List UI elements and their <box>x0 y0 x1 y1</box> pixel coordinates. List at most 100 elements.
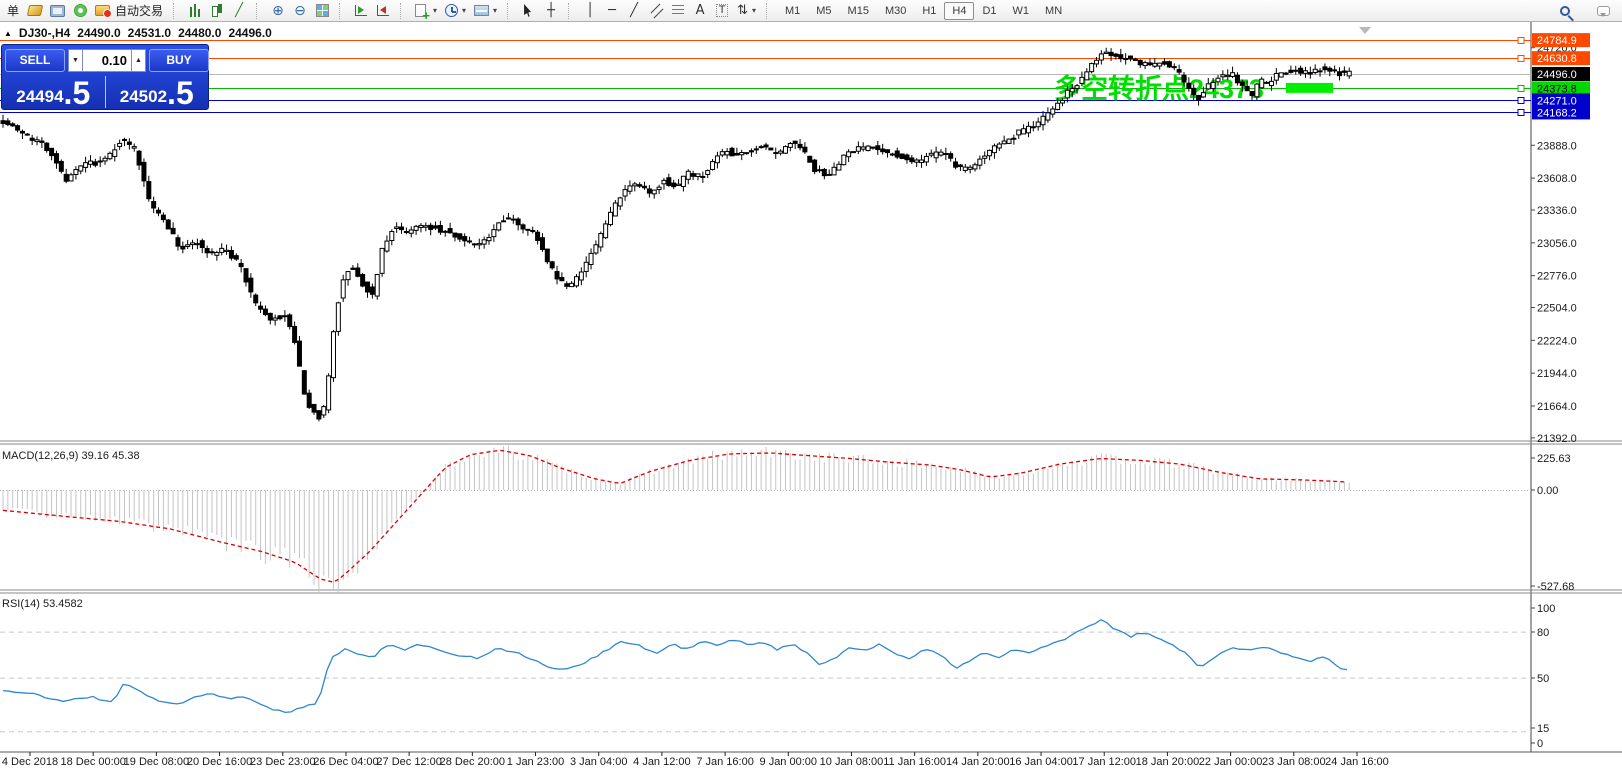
rsi-scale-label: 15 <box>1537 723 1549 735</box>
candle <box>841 154 847 166</box>
crosshair-button[interactable]: ┼ <box>540 1 562 21</box>
toolbar-separator <box>507 2 514 19</box>
hline-endpoint-marker[interactable] <box>1517 37 1525 44</box>
volume-increase-button[interactable]: ▲ <box>131 48 146 72</box>
timeframe-d1-button[interactable]: D1 <box>974 2 1004 20</box>
timeframe-m30-button[interactable]: M30 <box>877 2 914 20</box>
toolbar-group-objects: ┼ │ ─ ╱ A T ⇅ ▾ <box>518 0 760 22</box>
terminal-button[interactable] <box>46 1 69 21</box>
toolbar-group-scroll <box>350 0 394 22</box>
time-label: 20 Dec 16:00 <box>187 756 252 768</box>
chart-background[interactable] <box>0 22 1622 772</box>
chart-shift-button[interactable] <box>372 1 394 21</box>
horizontal-line-button[interactable]: ─ <box>601 1 623 21</box>
signal-icon <box>73 4 87 17</box>
time-label: 4 Dec 2018 <box>2 756 58 768</box>
buy-button[interactable]: BUY <box>149 48 209 72</box>
time-label: 23 Jan 08:00 <box>1262 756 1326 768</box>
search-icon <box>1560 6 1570 16</box>
hline-endpoint-marker[interactable] <box>1517 97 1525 104</box>
periods-icon <box>445 4 459 17</box>
dropdown-caret-icon: ▾ <box>493 6 498 15</box>
candlestick-chart-button[interactable] <box>206 1 228 21</box>
chart-shift-icon <box>377 5 390 16</box>
dropdown-caret-icon: ▾ <box>433 6 438 15</box>
candle <box>851 151 856 154</box>
equidistant-channel-button[interactable] <box>645 1 667 21</box>
candle <box>1089 62 1095 74</box>
time-label: 3 Jan 04:00 <box>570 756 628 768</box>
zoom-out-icon: ⊖ <box>294 2 306 19</box>
time-label: 26 Dec 04:00 <box>313 756 378 768</box>
dropdown-caret-icon: ▾ <box>462 6 467 15</box>
candle <box>326 373 332 414</box>
timeframe-h1-button[interactable]: H1 <box>914 2 944 20</box>
candle <box>729 146 735 157</box>
hline-endpoint-marker[interactable] <box>1517 109 1525 116</box>
candle <box>496 221 502 232</box>
symbol-marker-icon: ▲ <box>4 28 12 38</box>
macd-scale-label: -527.68 <box>1537 581 1574 593</box>
text-label-button[interactable]: T <box>711 1 733 21</box>
bar-chart-button[interactable] <box>184 1 206 21</box>
hline-endpoint-marker[interactable] <box>1517 85 1525 92</box>
fibonacci-button[interactable] <box>667 1 689 21</box>
vertical-line-button[interactable]: │ <box>579 1 601 21</box>
new-chart-button[interactable]: ▾ <box>411 1 441 22</box>
sell-price[interactable]: 24494 .5 <box>2 74 105 110</box>
candle <box>899 153 905 160</box>
candle <box>1166 60 1172 68</box>
zoom-in-button[interactable]: ⊕ <box>267 1 289 21</box>
cursor-icon <box>524 4 532 17</box>
auto-scroll-button[interactable] <box>350 1 372 21</box>
templates-button[interactable]: ▾ <box>470 1 501 21</box>
zoom-out-button[interactable]: ⊖ <box>289 1 311 21</box>
autotrade-button[interactable]: 自动交易 <box>91 1 167 21</box>
price-badge: 24496.0 <box>1532 67 1590 81</box>
text-button[interactable]: A <box>689 1 711 21</box>
vertical-line-icon: │ <box>586 3 594 18</box>
notebook-button[interactable] <box>24 1 46 21</box>
symbol-period-label: DJ30-,H4 <box>18 26 71 40</box>
close-value: 24496.0 <box>228 26 272 40</box>
toolbar: 单自动交易╱⊕⊖▾▾▾┼│─╱AT⇅▾M1M5M15M30H1H4D1W1MN <box>0 0 1622 22</box>
toolbar-group-chart-type: ╱ <box>184 0 250 22</box>
line-chart-button[interactable]: ╱ <box>228 1 250 21</box>
toolbar-separator <box>568 2 575 19</box>
chart-area[interactable]: 多空转折点2437324720.023888.023608.023336.023… <box>0 0 1622 772</box>
rsi-scale-label: 0 <box>1537 738 1543 750</box>
mt4-terminal: 多空转折点24373 24720.0 23888.0 23608.0 23336.0 23… <box>0 0 1622 772</box>
cursor-button[interactable] <box>518 1 540 21</box>
tile-windows-button[interactable] <box>311 1 333 21</box>
volume-decrease-button[interactable]: ▼ <box>68 48 83 72</box>
arrows-button[interactable]: ⇅ ▾ <box>733 1 760 21</box>
volume-input[interactable] <box>83 48 131 72</box>
new-order-button[interactable]: 单 <box>2 1 24 21</box>
buy-price[interactable]: 24502 .5 <box>106 74 209 110</box>
timeframe-h4-button[interactable]: H4 <box>944 1 975 20</box>
chat-button[interactable] <box>1592 1 1614 21</box>
periods-button[interactable]: ▾ <box>441 1 470 21</box>
price-tick-label: 21664.0 <box>1537 401 1577 413</box>
toolbar-separator <box>256 2 263 19</box>
sell-price-main: 24494 <box>16 87 64 106</box>
timeframe-m1-button[interactable]: M1 <box>777 2 808 20</box>
timeframe-m5-button[interactable]: M5 <box>808 2 839 20</box>
toolbar-group-zoom: ⊕ ⊖ <box>267 0 333 22</box>
timeframe-w1-button[interactable]: W1 <box>1005 2 1038 20</box>
timeframe-m15-button[interactable]: M15 <box>840 2 877 20</box>
trend-line-button[interactable]: ╱ <box>623 1 645 21</box>
signal-button[interactable] <box>69 1 91 21</box>
search-button[interactable] <box>1554 1 1576 21</box>
bar-chart-icon <box>188 4 202 17</box>
sell-button[interactable]: SELL <box>5 48 65 72</box>
time-label: 4 Jan 12:00 <box>633 756 691 768</box>
highlight-rectangle-object[interactable] <box>1286 82 1333 93</box>
svg-text:24496.0: 24496.0 <box>1537 69 1577 81</box>
svg-text:24168.2: 24168.2 <box>1537 107 1577 119</box>
equidistant-channel-icon <box>650 4 663 17</box>
hline-endpoint-marker[interactable] <box>1517 55 1525 62</box>
time-label: 27 Dec 12:00 <box>376 756 441 768</box>
timeframe-mn-button[interactable]: MN <box>1037 2 1070 20</box>
chart-ohlc-header: ▲ DJ30-,H4 24490.0 24531.0 24480.0 24496… <box>4 26 272 40</box>
